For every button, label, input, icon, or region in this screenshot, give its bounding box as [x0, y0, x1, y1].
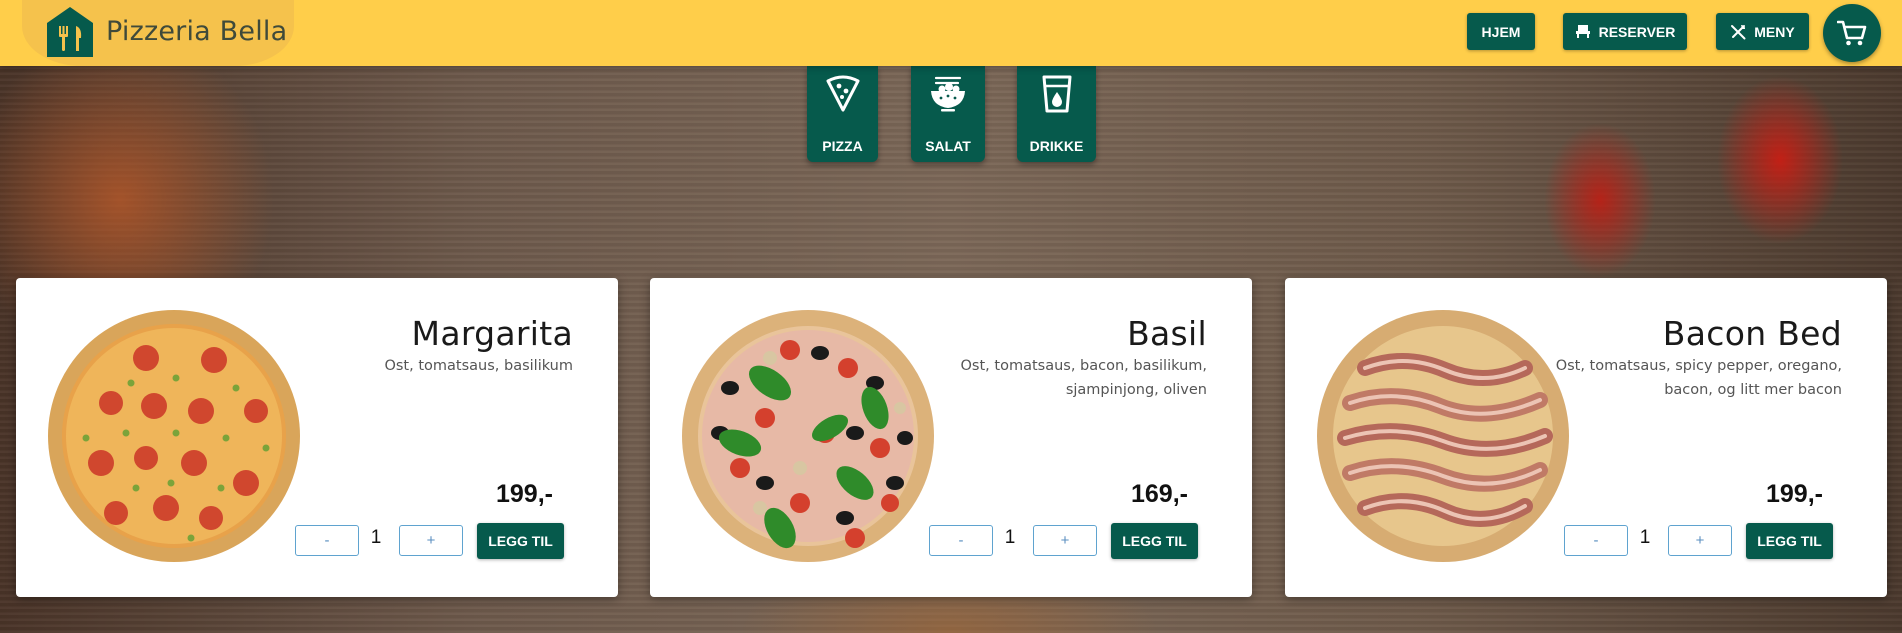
quantity-increase-button[interactable]: +	[1668, 525, 1732, 556]
quantity-decrease-button[interactable]: -	[1564, 525, 1628, 556]
brand[interactable]: Pizzeria Bella	[22, 0, 294, 66]
quantity-value: 1	[1004, 527, 1016, 548]
product-price: 199,-	[496, 480, 553, 508]
category-pizza-button[interactable]: PIZZA	[807, 66, 878, 162]
product-card-bacon-bed: Bacon Bed Ost, tomatsaus, spicy pepper, …	[1285, 278, 1887, 597]
quantity-increase-button[interactable]: +	[1033, 525, 1097, 556]
product-description: Ost, tomatsaus, spicy pepper, oregano, b…	[1555, 358, 1842, 398]
seat-icon	[1575, 25, 1590, 38]
pizza-slice-icon	[826, 75, 859, 112]
add-to-cart-button[interactable]: LEGG TIL	[477, 523, 564, 559]
product-name: Basil	[1127, 314, 1207, 353]
pizza-margarita-image	[48, 310, 300, 562]
cart-icon	[1837, 20, 1867, 46]
nav-reserve-button[interactable]: RESERVER	[1563, 13, 1687, 50]
salad-bowl-icon	[931, 76, 965, 112]
quantity-value: 1	[1639, 527, 1651, 548]
pizza-basil-image	[682, 310, 934, 562]
top-navbar: Pizzeria Bella HJEM RESERVER MENY	[0, 0, 1902, 66]
drink-cup-icon	[1042, 75, 1071, 113]
quantity-decrease-button[interactable]: -	[929, 525, 993, 556]
product-card-margarita: Margarita Ost, tomatsaus, basilikum 199,…	[16, 278, 618, 597]
utensils-icon	[1731, 24, 1746, 39]
product-price: 169,-	[1131, 480, 1188, 508]
category-salad-label: SALAT	[925, 138, 971, 154]
nav-menu-label: MENY	[1754, 23, 1795, 40]
pizza-bacon-bed-image	[1317, 310, 1569, 562]
nav-home-button[interactable]: HJEM	[1467, 13, 1535, 50]
quantity-decrease-button[interactable]: -	[295, 525, 359, 556]
category-drinks-label: DRIKKE	[1029, 138, 1084, 154]
product-price: 199,-	[1766, 480, 1823, 508]
nav-reserve-label: RESERVER	[1598, 23, 1676, 40]
category-drinks-button[interactable]: DRIKKE	[1017, 66, 1096, 162]
add-to-cart-button[interactable]: LEGG TIL	[1111, 523, 1198, 559]
product-name: Margarita	[411, 314, 573, 353]
product-card-basil: Basil Ost, tomatsaus, bacon, basilikum, …	[650, 278, 1252, 597]
cart-button[interactable]	[1823, 4, 1881, 62]
product-description: Ost, tomatsaus, basilikum	[384, 358, 573, 374]
category-salad-button[interactable]: SALAT	[911, 66, 985, 162]
restaurant-house-icon	[47, 7, 93, 57]
quantity-increase-button[interactable]: +	[399, 525, 463, 556]
add-to-cart-button[interactable]: LEGG TIL	[1746, 523, 1833, 559]
product-name: Bacon Bed	[1662, 314, 1842, 353]
nav-home-label: HJEM	[1481, 23, 1521, 40]
quantity-value: 1	[370, 527, 382, 548]
nav-menu-button[interactable]: MENY	[1716, 13, 1809, 50]
category-pizza-label: PIZZA	[822, 138, 863, 154]
product-description: Ost, tomatsaus, bacon, basilikum, sjampi…	[960, 358, 1207, 398]
brand-name: Pizzeria Bella	[106, 16, 288, 47]
